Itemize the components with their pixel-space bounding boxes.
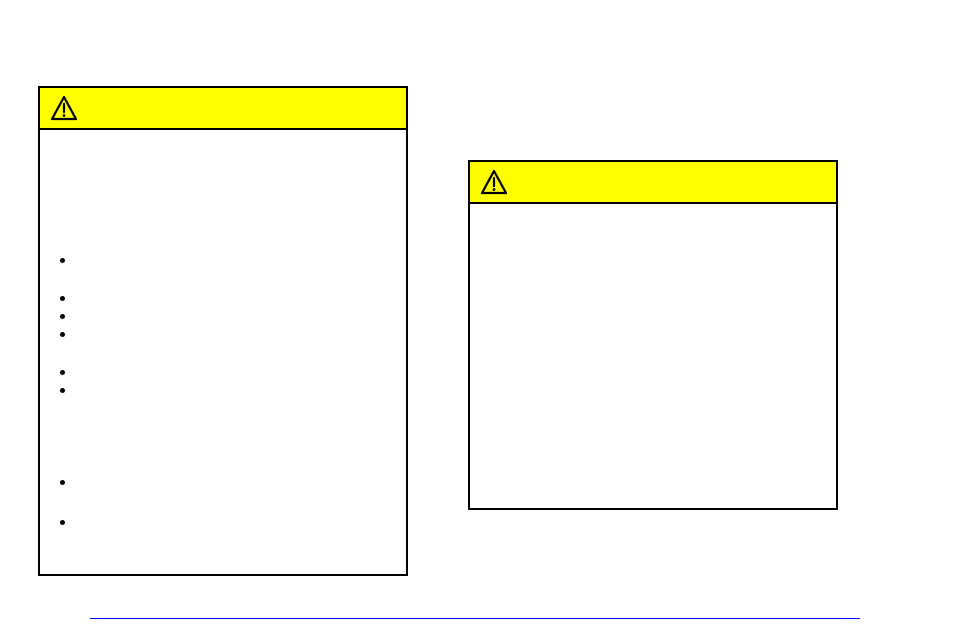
footer-divider <box>90 618 860 619</box>
bullet <box>60 480 65 485</box>
bullet <box>60 258 65 263</box>
bullet <box>60 388 65 393</box>
bullet <box>60 314 65 319</box>
warning-box-right <box>468 160 838 510</box>
warning-icon <box>480 169 508 195</box>
bullet <box>60 520 65 525</box>
warning-box-left <box>38 86 408 576</box>
bullet <box>60 296 65 301</box>
warning-box-right-header <box>470 162 836 204</box>
warning-box-left-header <box>40 88 406 130</box>
warning-icon <box>50 95 78 121</box>
bullet <box>60 332 65 337</box>
bullet <box>60 370 65 375</box>
